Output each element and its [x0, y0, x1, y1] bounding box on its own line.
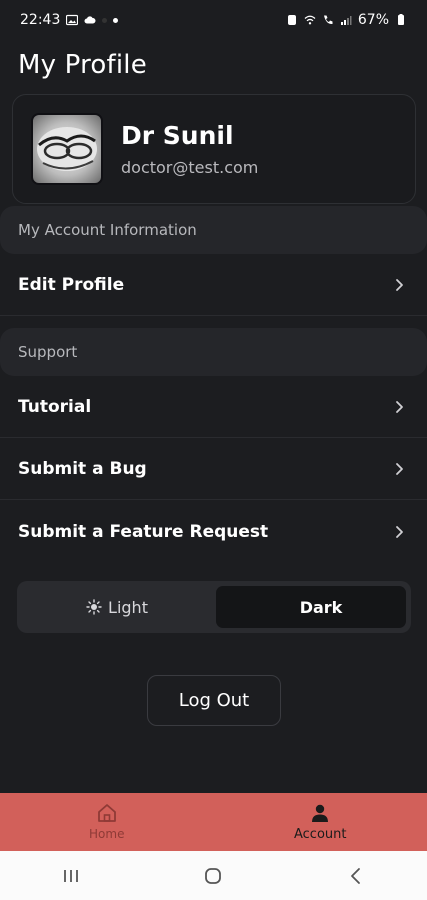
- profile-info: Dr Sunil doctor@test.com: [121, 121, 258, 177]
- recents-icon: [64, 869, 79, 882]
- menu-item-edit-profile[interactable]: Edit Profile: [0, 254, 427, 316]
- system-nav-bar: [0, 851, 427, 900]
- nav-account-label: Account: [294, 826, 347, 842]
- profile-email: doctor@test.com: [121, 158, 259, 177]
- status-dot-icon: [113, 17, 119, 23]
- back-button[interactable]: [336, 861, 376, 891]
- logout-button[interactable]: Log Out: [147, 675, 281, 726]
- nav-item-account[interactable]: Account: [214, 793, 427, 851]
- wifi-icon: [304, 15, 316, 25]
- bottom-nav: Home Account: [0, 793, 427, 851]
- menu-item-label: Tutorial: [18, 396, 92, 417]
- battery-percent: 67%: [357, 12, 389, 28]
- chevron-right-icon: [396, 278, 403, 291]
- status-bar: 22:43 67%: [0, 0, 427, 40]
- sun-icon: [86, 599, 102, 615]
- theme-option-light[interactable]: Light: [22, 586, 212, 628]
- menu-item-submit-feature[interactable]: Submit a Feature Request: [0, 501, 427, 563]
- chevron-right-icon: [396, 462, 403, 475]
- section-header-support: Support: [0, 328, 427, 376]
- home-system-button[interactable]: [193, 861, 233, 891]
- theme-option-dark[interactable]: Dark: [216, 586, 406, 628]
- call-icon: [323, 15, 333, 25]
- home-circle-icon: [205, 867, 222, 884]
- profile-name: Dr Sunil: [121, 121, 234, 150]
- status-dot-icon: [102, 17, 108, 23]
- status-bar-left: 22:43: [20, 12, 119, 28]
- section-header-account: My Account Information: [0, 206, 427, 254]
- page-title: My Profile: [18, 50, 147, 80]
- menu-item-label: Submit a Bug: [18, 458, 147, 479]
- menu-item-tutorial[interactable]: Tutorial: [0, 376, 427, 438]
- home-icon: [97, 804, 116, 822]
- cloud-icon: [84, 16, 96, 24]
- battery-icon: [398, 14, 404, 25]
- avatar: [31, 113, 103, 185]
- alarm-icon: [287, 15, 296, 25]
- menu-item-submit-bug[interactable]: Submit a Bug: [0, 438, 427, 500]
- status-time: 22:43: [20, 12, 61, 28]
- theme-light-label: Light: [108, 597, 148, 617]
- profile-card: Dr Sunil doctor@test.com: [12, 94, 416, 204]
- moon-icon: [281, 600, 289, 614]
- recents-button[interactable]: [51, 861, 91, 891]
- person-icon: [312, 804, 329, 822]
- avatar-image-icon: [37, 127, 97, 171]
- chevron-right-icon: [396, 400, 403, 413]
- theme-toggle: Light Dark: [17, 581, 411, 633]
- status-bar-right: 67%: [286, 12, 407, 28]
- gallery-icon: [66, 14, 79, 26]
- back-chevron-icon: [350, 867, 360, 884]
- nav-home-label: Home: [89, 827, 125, 841]
- chevron-right-icon: [396, 526, 403, 538]
- signal-icon: [340, 16, 352, 25]
- menu-item-label: Submit a Feature Request: [18, 522, 269, 542]
- menu-item-label: Edit Profile: [18, 274, 125, 295]
- theme-dark-label: Dark: [299, 597, 343, 617]
- nav-item-home[interactable]: Home: [0, 793, 214, 851]
